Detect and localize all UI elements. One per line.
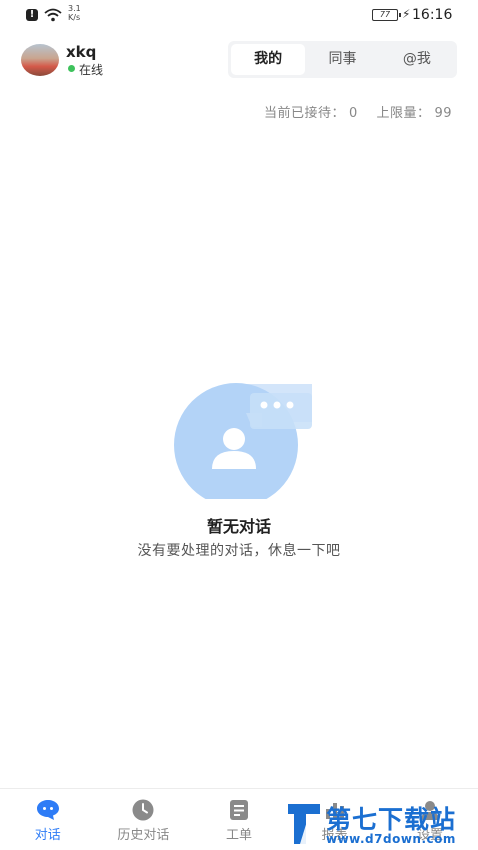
nav-label: 历史对话 (117, 828, 170, 843)
typing-dot-icon (286, 401, 294, 409)
watermark-logo-icon (288, 804, 320, 844)
empty-state-subtitle: 没有要处理的对话，休息一下吧 (137, 543, 341, 559)
charging-icon: ⚡ (402, 7, 411, 21)
conversation-filter-tabs: 我的 同事 @我 (228, 41, 457, 78)
nav-conversations[interactable]: 对话 (0, 789, 96, 850)
watermark-url: www.d7down.com (326, 832, 456, 846)
typing-dot-icon (260, 401, 268, 409)
watermark-text: 第七下载站 (326, 805, 457, 834)
current-count-label: 当前已接待： (264, 106, 346, 121)
clock-icon (131, 799, 155, 821)
clock-time: 16:16 (412, 7, 453, 23)
empty-state-title: 暂无对话 (206, 517, 271, 536)
nav-history[interactable]: 历史对话 (96, 789, 192, 850)
typing-dot-icon (273, 401, 281, 409)
tab-mine[interactable]: 我的 (231, 44, 306, 75)
username: xkq (66, 43, 97, 61)
wifi-icon (44, 8, 62, 22)
online-status-dot (68, 65, 75, 72)
nav-label: 工单 (225, 828, 252, 843)
limit-label: 上限量： (376, 106, 431, 121)
online-status-text[interactable]: 在线 (79, 61, 103, 78)
network-speed-value: 3.1 (68, 4, 81, 13)
chat-bubble-icon (36, 799, 60, 821)
reception-counts: 当前已接待： 0 上限量： 99 (260, 102, 452, 121)
nav-tickets[interactable]: 工单 (191, 789, 287, 850)
tab-mentions[interactable]: @我 (380, 44, 454, 75)
tab-colleagues[interactable]: 同事 (305, 44, 379, 75)
network-speed-unit: K/s (68, 13, 81, 22)
limit-value: 99 (434, 106, 452, 121)
empty-conversation-illustration (174, 383, 312, 499)
site-watermark: 第七下载站 www.d7down.com (284, 798, 478, 850)
nav-label: 对话 (34, 828, 61, 843)
current-count-value: 0 (349, 106, 358, 121)
status-bar: ! 3.1 K/s 77 ⚡ 16:16 (0, 0, 478, 30)
alert-icon: ! (26, 9, 38, 21)
document-icon (227, 799, 251, 821)
avatar[interactable] (21, 44, 59, 76)
battery-icon: 77 (372, 9, 401, 21)
network-speed: 3.1 K/s (68, 4, 81, 22)
